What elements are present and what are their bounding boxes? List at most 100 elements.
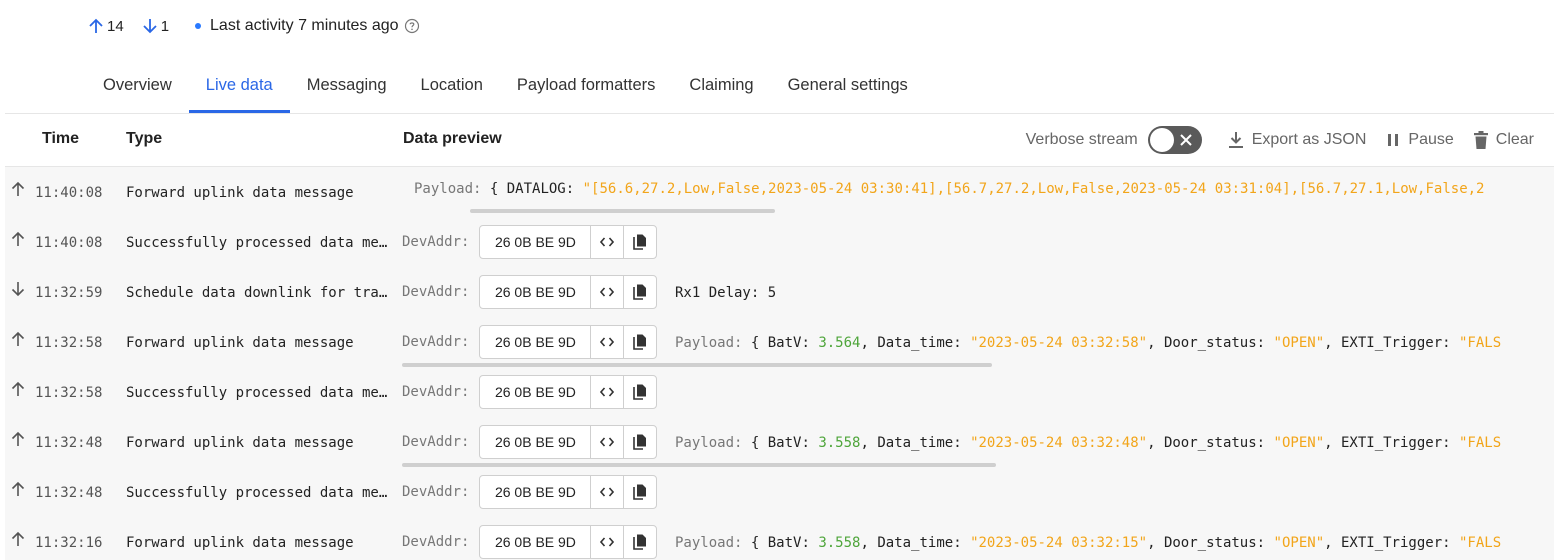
tab-messaging[interactable]: Messaging bbox=[290, 62, 404, 113]
arrow-up-icon bbox=[89, 18, 103, 33]
arrow-down-icon bbox=[11, 281, 25, 301]
data-preview: DevAddr: 26 0B BE 9D Rx1 Delay: 5 bbox=[402, 267, 1554, 317]
arrow-up-icon bbox=[11, 331, 25, 351]
devaddr-value: 26 0B BE 9D bbox=[480, 476, 592, 508]
uplink-count: 14 bbox=[88, 18, 124, 35]
devaddr-label: DevAddr: bbox=[402, 284, 470, 300]
event-time: 11:40:08 bbox=[35, 235, 103, 251]
code-toggle-icon[interactable] bbox=[591, 476, 623, 508]
table-row[interactable]: 11:40:08 Successfully processed data mess… bbox=[5, 217, 1554, 267]
devaddr-box: 26 0B BE 9D bbox=[479, 525, 658, 559]
copy-icon[interactable] bbox=[623, 376, 656, 408]
devaddr-label: DevAddr: bbox=[402, 234, 470, 250]
payload-key: , Door_status: bbox=[1147, 435, 1266, 451]
header-data-preview: Data preview bbox=[403, 130, 502, 147]
payload-label: Payload: bbox=[675, 335, 743, 351]
clear-label: Clear bbox=[1495, 131, 1534, 148]
export-json-button[interactable]: Export as JSON bbox=[1228, 131, 1367, 149]
data-time-value: "2023-05-24 03:32:15" bbox=[970, 535, 1148, 551]
devaddr-value: 26 0B BE 9D bbox=[480, 276, 592, 308]
table-row[interactable]: 11:32:16 Forward uplink data message DevAd… bbox=[5, 517, 1554, 560]
pause-button[interactable]: Pause bbox=[1386, 131, 1454, 149]
event-time: 11:32:48 bbox=[35, 485, 103, 501]
payload-key: , Data_time: bbox=[860, 335, 962, 351]
devaddr-box: 26 0B BE 9D bbox=[479, 375, 658, 409]
tab-live-data[interactable]: Live data bbox=[188, 62, 290, 113]
table-row[interactable]: 11:32:48 Successfully processed data mess… bbox=[5, 467, 1554, 517]
code-toggle-icon[interactable] bbox=[591, 526, 623, 558]
copy-icon[interactable] bbox=[623, 476, 656, 508]
downlink-count: 1 bbox=[142, 18, 169, 35]
tab-location[interactable]: Location bbox=[404, 62, 500, 113]
event-type: Forward uplink data message bbox=[126, 535, 354, 551]
code-toggle-icon[interactable] bbox=[591, 276, 623, 308]
event-type: Schedule data downlink for transmission bbox=[126, 285, 391, 301]
payload-key: { DATALOG: bbox=[489, 181, 575, 197]
devaddr-field: DevAddr: 26 0B BE 9D bbox=[402, 525, 658, 559]
devaddr-value: 26 0B BE 9D bbox=[480, 526, 592, 558]
copy-icon[interactable] bbox=[623, 226, 656, 258]
verbose-stream-toggle[interactable] bbox=[1147, 126, 1202, 154]
copy-icon[interactable] bbox=[623, 426, 656, 458]
toggle-knob bbox=[1149, 128, 1174, 152]
payload-preview: Payload: { BatV: 3.558, Data_time: "2023… bbox=[675, 435, 1501, 451]
last-activity: Last activity 7 minutes ago bbox=[210, 17, 399, 34]
table-row[interactable]: 11:32:58 Successfully processed data mess… bbox=[5, 367, 1554, 417]
devaddr-box: 26 0B BE 9D bbox=[479, 275, 658, 309]
table-header: Time Type Data preview Verbose stream Ex… bbox=[5, 114, 1554, 167]
payload-key: , EXTI_Trigger: bbox=[1324, 535, 1451, 551]
payload-preview: Payload: { BatV: 3.558, Data_time: "2023… bbox=[675, 535, 1501, 551]
batv-value: 3.564 bbox=[818, 335, 861, 351]
pause-icon bbox=[1388, 134, 1399, 146]
devaddr-value: 26 0B BE 9D bbox=[480, 226, 592, 258]
payload-label: Payload: bbox=[675, 535, 743, 551]
arrow-down-icon bbox=[143, 19, 157, 34]
exti-trigger-value: "FALS bbox=[1459, 535, 1502, 551]
devaddr-field: DevAddr: 26 0B BE 9D bbox=[402, 225, 658, 259]
payload-preview: Payload: { DATALOG: "[56.6,27.2,Low,Fals… bbox=[414, 181, 1484, 197]
devaddr-label: DevAddr: bbox=[402, 384, 470, 400]
code-toggle-icon[interactable] bbox=[591, 326, 623, 358]
door-status-value: "OPEN" bbox=[1273, 335, 1325, 351]
payload-key: { BatV: bbox=[750, 335, 810, 351]
tab-overview[interactable]: Overview bbox=[86, 62, 189, 113]
data-preview: DevAddr: 26 0B BE 9D Payload: { BatV: 3.55… bbox=[402, 517, 1554, 560]
device-stats: 14 1 Last activity 7 minutes ago bbox=[88, 14, 420, 38]
copy-icon[interactable] bbox=[623, 526, 656, 558]
table-row[interactable]: 11:40:08 Forward uplink data message Paylo… bbox=[5, 167, 1554, 217]
tab-general-settings[interactable]: General settings bbox=[771, 62, 925, 113]
event-time: 11:32:58 bbox=[35, 335, 103, 351]
tab-payload-formatters[interactable]: Payload formatters bbox=[500, 62, 672, 113]
export-json-label: Export as JSON bbox=[1251, 131, 1367, 148]
payload-label: Payload: bbox=[675, 435, 743, 451]
devaddr-box: 26 0B BE 9D bbox=[479, 425, 658, 459]
event-time: 11:32:58 bbox=[35, 385, 103, 401]
payload-key: , Door_status: bbox=[1147, 535, 1266, 551]
arrow-up-icon bbox=[11, 431, 25, 451]
event-time: 11:32:48 bbox=[35, 435, 103, 451]
code-toggle-icon[interactable] bbox=[591, 376, 623, 408]
event-time: 11:32:59 bbox=[35, 285, 103, 301]
devaddr-field: DevAddr: 26 0B BE 9D bbox=[402, 425, 658, 459]
copy-icon[interactable] bbox=[623, 326, 656, 358]
payload-scrollbar[interactable] bbox=[470, 209, 775, 213]
tab-claiming[interactable]: Claiming bbox=[672, 62, 770, 113]
header-time: Time bbox=[42, 130, 80, 147]
arrow-up-icon bbox=[11, 231, 25, 251]
arrow-up-icon bbox=[11, 531, 25, 551]
door-status-value: "OPEN" bbox=[1273, 535, 1325, 551]
rx1-delay: Rx1 Delay: 5 bbox=[675, 285, 777, 301]
help-icon[interactable] bbox=[404, 18, 420, 34]
table-row[interactable]: 11:32:58 Forward uplink data message DevAd… bbox=[5, 317, 1554, 367]
code-toggle-icon[interactable] bbox=[591, 426, 623, 458]
table-row[interactable]: 11:32:48 Forward uplink data message DevAd… bbox=[5, 417, 1554, 467]
code-toggle-icon[interactable] bbox=[591, 226, 623, 258]
devaddr-value: 26 0B BE 9D bbox=[480, 326, 592, 358]
clear-button[interactable]: Clear bbox=[1473, 131, 1534, 149]
arrow-up-icon bbox=[11, 381, 25, 401]
payload-key: , EXTI_Trigger: bbox=[1324, 335, 1451, 351]
payload-key: , EXTI_Trigger: bbox=[1324, 435, 1451, 451]
table-row[interactable]: 11:32:59 Schedule data downlink for trans… bbox=[5, 267, 1554, 317]
copy-icon[interactable] bbox=[623, 276, 656, 308]
close-icon bbox=[1179, 134, 1192, 146]
